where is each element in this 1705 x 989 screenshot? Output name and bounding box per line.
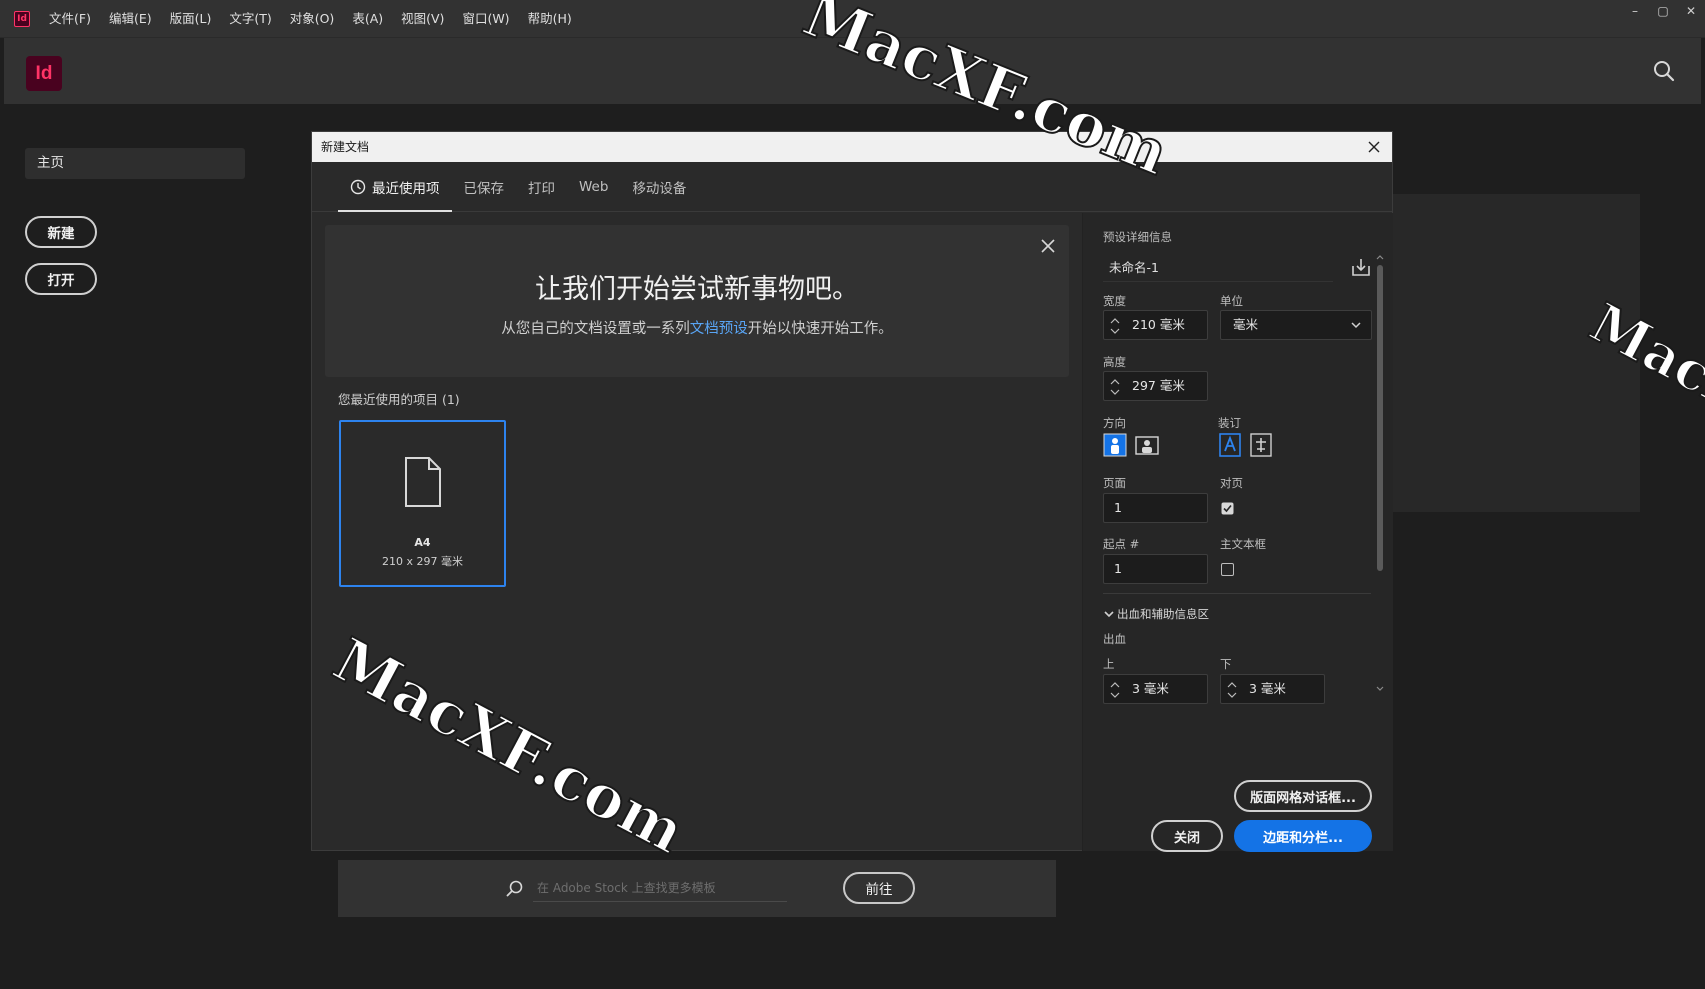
- stepper-icon[interactable]: [1110, 376, 1120, 398]
- layout-grid-dialog-button[interactable]: 版面网格对话框...: [1234, 780, 1372, 812]
- portrait-orientation-icon[interactable]: [1103, 433, 1127, 457]
- scrollbar-thumb[interactable]: [1377, 265, 1383, 571]
- menu-layout[interactable]: 版面(L): [161, 0, 221, 38]
- landscape-orientation-icon[interactable]: [1135, 433, 1159, 457]
- dialog-close-icon[interactable]: [1364, 137, 1384, 157]
- welcome-sub-text-2: 开始以快速开始工作。: [747, 321, 893, 337]
- width-label: 宽度: [1103, 294, 1126, 308]
- recent-item-a4[interactable]: A4 210 x 297 毫米: [339, 420, 506, 587]
- right-to-left-binding-icon[interactable]: [1249, 433, 1273, 457]
- menu-object[interactable]: 对象(O): [281, 0, 344, 38]
- facing-pages-checkbox[interactable]: [1221, 502, 1234, 515]
- unit-label: 单位: [1220, 294, 1243, 308]
- sidebar-item-home[interactable]: 主页: [25, 148, 245, 179]
- dialog-title: 新建文档: [321, 140, 370, 154]
- bleed-bottom-field[interactable]: 3 毫米: [1220, 674, 1325, 704]
- pages-label: 页面: [1103, 476, 1126, 490]
- search-icon[interactable]: [1653, 60, 1675, 82]
- maximize-button[interactable]: ▢: [1649, 0, 1677, 22]
- bleed-bottom-label: 下: [1220, 657, 1232, 671]
- search-icon: [506, 880, 523, 897]
- facing-pages-label: 对页: [1220, 476, 1243, 490]
- welcome-sub-text: 从您自己的文档设置或一系列: [501, 321, 690, 337]
- title-bar: Id 文件(F) 编辑(E) 版面(L) 文字(T) 对象(O) 表(A) 视图…: [0, 0, 1705, 38]
- document-name-field[interactable]: 未命名-1: [1103, 254, 1333, 282]
- tab-recent[interactable]: 最近使用项: [338, 162, 452, 212]
- unit-value: 毫米: [1233, 317, 1259, 332]
- go-button[interactable]: 前往: [843, 872, 915, 904]
- start-page-label: 起点 #: [1103, 537, 1140, 551]
- tab-bar: 最近使用项 已保存 打印 Web 移动设备: [312, 162, 1392, 212]
- menu-file[interactable]: 文件(F): [40, 0, 100, 38]
- document-icon: [405, 457, 441, 507]
- menu-window[interactable]: 窗口(W): [453, 0, 518, 38]
- chevron-down-icon: [1104, 611, 1114, 618]
- primary-text-frame-label: 主文本框: [1220, 537, 1266, 551]
- pages-field[interactable]: 1: [1103, 493, 1208, 523]
- close-window-button[interactable]: ✕: [1677, 0, 1705, 22]
- welcome-subtitle: 从您自己的文档设置或一系列文档预设开始以快速开始工作。: [325, 317, 1069, 338]
- height-field[interactable]: 297 毫米: [1103, 371, 1208, 401]
- bleed-bottom-value: 3 毫米: [1249, 681, 1286, 696]
- stepper-icon[interactable]: [1110, 315, 1120, 337]
- save-preset-icon[interactable]: [1351, 257, 1371, 277]
- width-value: 210 毫米: [1132, 317, 1185, 332]
- new-document-dialog: 新建文档 最近使用项 已保存 打印 Web 移动设备 让我们开始尝试新事物吧。 …: [311, 131, 1393, 917]
- menu-view[interactable]: 视图(V): [392, 0, 453, 38]
- banner-close-icon[interactable]: [1039, 237, 1057, 255]
- stock-search-bar: 前往: [338, 860, 1056, 917]
- close-button[interactable]: 关闭: [1151, 820, 1223, 852]
- indesign-logo: Id: [26, 56, 62, 91]
- preset-details-header: 预设详细信息: [1103, 230, 1172, 244]
- bleed-top-field[interactable]: 3 毫米: [1103, 674, 1208, 704]
- bleed-top-value: 3 毫米: [1132, 681, 1169, 696]
- bleed-top-label: 上: [1103, 657, 1115, 671]
- background-panel: [1390, 194, 1640, 512]
- tab-recent-label: 最近使用项: [372, 181, 440, 197]
- menu-type[interactable]: 文字(T): [220, 0, 280, 38]
- recent-item-name: A4: [414, 536, 431, 549]
- minimize-button[interactable]: –: [1621, 0, 1649, 22]
- menu-help[interactable]: 帮助(H): [519, 0, 581, 38]
- bleed-slug-section-toggle[interactable]: 出血和辅助信息区: [1103, 606, 1209, 622]
- unit-select[interactable]: 毫米: [1220, 310, 1372, 340]
- bleed-label: 出血: [1103, 632, 1126, 646]
- indesign-app-icon: Id: [14, 10, 30, 27]
- left-to-right-binding-icon[interactable]: [1218, 433, 1242, 457]
- stepper-icon[interactable]: [1227, 679, 1237, 701]
- tab-mobile[interactable]: 移动设备: [620, 162, 698, 212]
- menu-edit[interactable]: 编辑(E): [100, 0, 161, 38]
- new-button[interactable]: 新建: [25, 216, 97, 248]
- stock-search-input[interactable]: [533, 874, 787, 902]
- preset-details-pane: 预设详细信息 未命名-1 宽度 210 毫米 单位 毫米 高度 297 毫米 方…: [1082, 213, 1393, 852]
- binding-label: 装订: [1218, 416, 1241, 430]
- width-field[interactable]: 210 毫米: [1103, 310, 1208, 340]
- bleed-slug-section-label: 出血和辅助信息区: [1117, 607, 1209, 621]
- document-presets-link[interactable]: 文档预设: [690, 321, 748, 337]
- menu-table[interactable]: 表(A): [343, 0, 392, 38]
- welcome-banner: 让我们开始尝试新事物吧。 从您自己的文档设置或一系列文档预设开始以快速开始工作。: [325, 225, 1069, 377]
- dialog-title-bar: 新建文档: [312, 132, 1392, 162]
- stepper-icon[interactable]: [1110, 679, 1120, 701]
- recent-items-label: 您最近使用的项目 (1): [338, 392, 460, 407]
- clock-icon: [350, 179, 366, 195]
- tab-saved[interactable]: 已保存: [452, 162, 517, 212]
- tab-web[interactable]: Web: [567, 162, 620, 212]
- primary-text-frame-checkbox[interactable]: [1221, 563, 1234, 576]
- app-header: Id: [4, 38, 1701, 104]
- window-controls: – ▢ ✕: [1621, 0, 1705, 22]
- recent-pane: 让我们开始尝试新事物吧。 从您自己的文档设置或一系列文档预设开始以快速开始工作。…: [312, 213, 1082, 917]
- height-label: 高度: [1103, 355, 1126, 369]
- orientation-label: 方向: [1103, 416, 1126, 430]
- margins-columns-button[interactable]: 边距和分栏...: [1234, 820, 1372, 852]
- chevron-down-icon: [1351, 322, 1361, 329]
- section-divider: [1103, 593, 1371, 594]
- menu-bar: 文件(F) 编辑(E) 版面(L) 文字(T) 对象(O) 表(A) 视图(V)…: [40, 0, 581, 38]
- welcome-title: 让我们开始尝试新事物吧。: [535, 274, 859, 305]
- start-page-field[interactable]: 1: [1103, 554, 1208, 584]
- recent-item-size: 210 x 297 毫米: [382, 555, 463, 568]
- tab-print[interactable]: 打印: [516, 162, 567, 212]
- open-button[interactable]: 打开: [25, 263, 97, 295]
- height-value: 297 毫米: [1132, 378, 1185, 393]
